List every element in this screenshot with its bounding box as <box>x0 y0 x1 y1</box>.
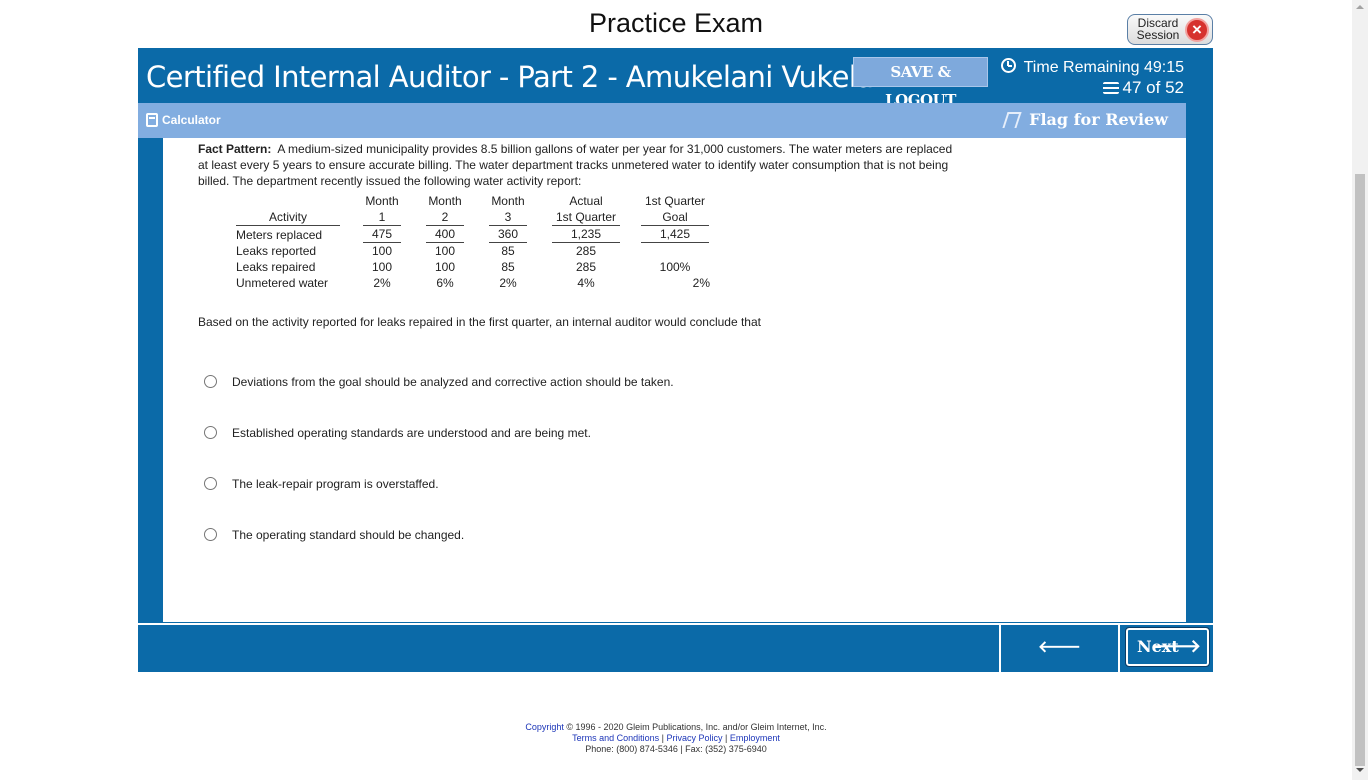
report-header: Activity <box>236 193 350 226</box>
question-list-icon <box>1102 82 1119 94</box>
question-stem: Based on the activity reported for leaks… <box>198 315 761 329</box>
calculator-label: Calculator <box>162 113 221 127</box>
radio-button[interactable] <box>204 528 217 541</box>
navigation-bar: 🡐 Previous Next 🡒 <box>138 623 1213 700</box>
report-row: Unmetered water 2% 6% 2% 4% 2% <box>236 276 710 290</box>
arrow-right-icon: 🡒 <box>1152 636 1201 657</box>
question-content: Fact Pattern: A medium-sized municipalit… <box>163 138 1186 622</box>
radio-button[interactable] <box>204 477 217 490</box>
flag-label: Flag for Review <box>1029 110 1168 129</box>
fact-pattern-text: A medium-sized municipality provides 8.5… <box>198 142 953 188</box>
scroll-down-icon[interactable] <box>1356 768 1364 772</box>
report-row: Leaks reported 100 100 85 285 <box>236 244 597 258</box>
answer-option-b[interactable]: Established operating standards are unde… <box>204 426 591 440</box>
radio-button[interactable] <box>204 426 217 439</box>
flag-for-review-button[interactable]: Flag for Review <box>1002 110 1168 129</box>
discard-session-button[interactable]: Discard Session × <box>1127 14 1213 45</box>
timer-panel: Time Remaining 49:15 47 of 52 <box>1000 58 1184 98</box>
report-row: Leaks repaired 100 100 85 285 100% <box>236 260 691 274</box>
previous-button[interactable]: 🡐 Previous <box>999 625 1120 700</box>
privacy-link[interactable]: Privacy Policy <box>667 733 723 743</box>
copyright-link[interactable]: Copyright <box>525 722 564 732</box>
arrow-left-icon: 🡐 <box>1038 637 1081 656</box>
question-counter: 47 of 52 <box>1122 78 1184 97</box>
footer-separator: | <box>725 733 728 743</box>
answer-option-a[interactable]: Deviations from the goal should be analy… <box>204 375 674 389</box>
close-icon: × <box>1185 18 1209 42</box>
answer-option-d[interactable]: The operating standard should be changed… <box>204 528 464 542</box>
scroll-up-icon[interactable] <box>1356 5 1364 9</box>
report-header: Month 2 <box>414 193 476 226</box>
clock-icon <box>1000 58 1016 73</box>
report-header: Month 3 <box>476 193 540 226</box>
answer-text: The leak-repair program is overstaffed. <box>232 477 439 491</box>
discard-label-line2: Session <box>1136 28 1180 42</box>
answer-text: Deviations from the goal should be analy… <box>232 375 674 389</box>
report-header-row: Activity Month 1 Month 2 Month 3 Actual 1st … <box>236 193 718 226</box>
scrollbar-thumb[interactable] <box>1355 174 1365 766</box>
fact-pattern-label: Fact Pattern: <box>198 142 272 156</box>
answer-text: The operating standard should be changed… <box>232 528 465 542</box>
radio-button[interactable] <box>204 375 217 388</box>
phone-fax: Phone: (800) 874-5346 | Fax: (352) 375-6… <box>585 744 767 754</box>
flag-icon <box>1002 112 1022 128</box>
report-header: 1st Quarter Goal <box>632 193 718 226</box>
toolbar: Calculator Flag for Review <box>138 103 1186 138</box>
answer-text: Established operating standards are unde… <box>232 426 591 440</box>
exam-frame: Certified Internal Auditor - Part 2 - Am… <box>138 48 1213 700</box>
next-button[interactable]: Next 🡒 <box>1125 627 1210 667</box>
fact-pattern: Fact Pattern: A medium-sized municipalit… <box>198 141 958 189</box>
previous-label: Previous <box>1020 681 1099 700</box>
copyright-text: © 1996 - 2020 Gleim Publications, Inc. a… <box>566 722 827 732</box>
scrollbar[interactable] <box>1352 0 1368 780</box>
exam-title: Certified Internal Auditor - Part 2 - Am… <box>146 60 874 94</box>
employment-link[interactable]: Employment <box>730 733 780 743</box>
save-logout-button[interactable]: SAVE & LOGOUT <box>853 57 988 109</box>
water-activity-report: Activity Month 1 Month 2 Month 3 Actual 1st … <box>236 193 718 291</box>
footer-separator: | <box>661 733 664 743</box>
report-row: Meters replaced 475 400 360 1,235 1,425 <box>236 226 718 243</box>
copyright-footer: Copyright © 1996 - 2020 Gleim Publicatio… <box>0 722 1352 755</box>
calculator-icon <box>146 113 158 127</box>
terms-link[interactable]: Terms and Conditions <box>572 733 659 743</box>
report-header: Actual 1st Quarter <box>540 193 632 226</box>
time-remaining: Time Remaining 49:15 <box>1023 59 1184 76</box>
report-header: Month 1 <box>350 193 414 226</box>
answer-option-c[interactable]: The leak-repair program is overstaffed. <box>204 477 439 491</box>
calculator-button[interactable]: Calculator <box>146 113 221 127</box>
